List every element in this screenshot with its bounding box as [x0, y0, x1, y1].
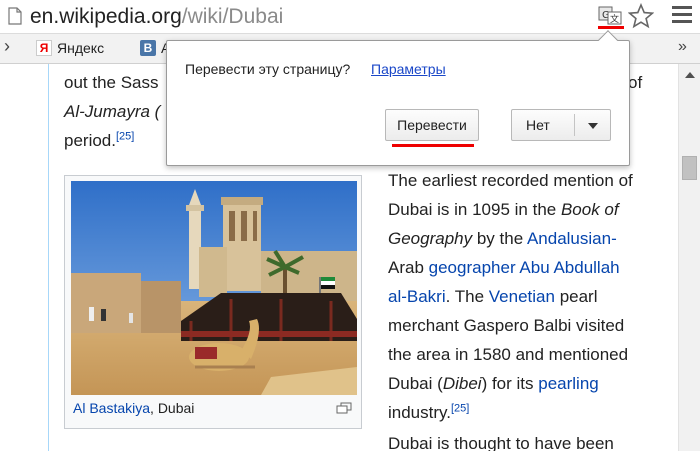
content-border [48, 64, 49, 451]
bookmarks-overflow-icon[interactable]: » [678, 38, 687, 56]
intro-line-1: out the Sass [64, 73, 159, 92]
article-paragraph: The earliest recorded mention of Dubai i… [388, 168, 678, 429]
url-field[interactable]: en.wikipedia.org/wiki/Dubai [30, 4, 283, 30]
para-line-5: . The [445, 287, 489, 306]
vk-logo-icon: В [140, 40, 156, 56]
dubai-photo[interactable] [71, 181, 357, 395]
para-line-5-end: pearl [554, 287, 598, 306]
reference-link-2[interactable]: [25] [451, 402, 469, 414]
geographer-link[interactable]: geographer [429, 258, 516, 277]
caption-text: , Dubai [150, 400, 195, 416]
translate-icon[interactable]: G 文 [596, 5, 626, 29]
caption-link[interactable]: Al Bastakiya [73, 400, 150, 416]
para-line-4: Arab [388, 258, 429, 277]
pearling-link[interactable]: pearling [538, 374, 599, 393]
enlarge-icon[interactable] [336, 402, 352, 414]
no-button[interactable]: Нет [511, 109, 611, 141]
abu-abdullah-link[interactable]: Abu Abdullah [519, 258, 619, 277]
para-line-8-mid: ) for its [481, 374, 539, 393]
chevron-down-icon[interactable] [588, 123, 598, 129]
intro-line-1-end: of [628, 73, 643, 92]
translate-icon-highlight [598, 26, 624, 29]
para-line-8: Dubai ( [388, 374, 443, 393]
bookmark-yandex-label: Яндекс [57, 40, 105, 56]
yandex-logo-icon: Я [36, 40, 52, 56]
para-line-3: by the [472, 229, 527, 248]
para-line-1: The earliest recorded mention of [388, 171, 633, 190]
dibei-text: Dibei [442, 374, 482, 393]
translate-settings-link[interactable]: Параметры [371, 61, 446, 77]
next-paragraph-start: Dubai is thought to have been [388, 434, 614, 451]
apps-chevron-icon[interactable]: › [4, 36, 10, 57]
vertical-scrollbar[interactable] [678, 64, 700, 451]
no-button-separator [574, 114, 575, 136]
reference-link[interactable]: [25] [116, 130, 134, 142]
scrollbar-thumb[interactable] [682, 156, 697, 180]
para-line-9: industry. [388, 403, 451, 422]
url-path: /wiki/Dubai [181, 5, 284, 28]
star-icon[interactable] [628, 3, 654, 29]
venetian-link[interactable]: Venetian [489, 287, 555, 306]
al-bakri-link[interactable]: al-Bakri [388, 287, 446, 306]
address-bar-row: en.wikipedia.org/wiki/Dubai G 文 [0, 0, 700, 34]
bookmark-yandex[interactable]: Я Яндекс [36, 40, 104, 56]
translate-button[interactable]: Перевести [385, 109, 479, 147]
para-line-6: merchant Gaspero Balbi visited [388, 316, 625, 335]
translate-button-label: Перевести [397, 117, 467, 133]
translate-button-highlight [392, 144, 474, 147]
svg-text:文: 文 [610, 13, 619, 25]
translate-question: Перевести эту страницу? [185, 61, 351, 77]
andalusian-link[interactable]: Andalusian- [527, 229, 617, 248]
image-caption: Al Bastakiya, Dubai [73, 400, 194, 416]
intro-line-3: period. [64, 131, 116, 150]
para-book-title: Book of [560, 200, 619, 219]
page-icon [8, 7, 22, 25]
translate-popup: Перевести эту страницу? Параметры Переве… [166, 30, 630, 166]
intro-line-2: Al-Jumayra ( [64, 102, 161, 121]
para-line-2: Dubai is in 1095 in the [388, 200, 561, 219]
para-book-title-end: Geography [388, 229, 473, 248]
scroll-up-arrow-icon[interactable] [685, 72, 695, 78]
image-thumbnail: Al Bastakiya, Dubai [64, 175, 362, 429]
url-host: en.wikipedia.org [30, 5, 182, 28]
para-line-7: the area in 1580 and mentioned [388, 345, 629, 364]
no-button-label: Нет [526, 117, 550, 133]
hamburger-menu-icon[interactable] [672, 6, 692, 26]
